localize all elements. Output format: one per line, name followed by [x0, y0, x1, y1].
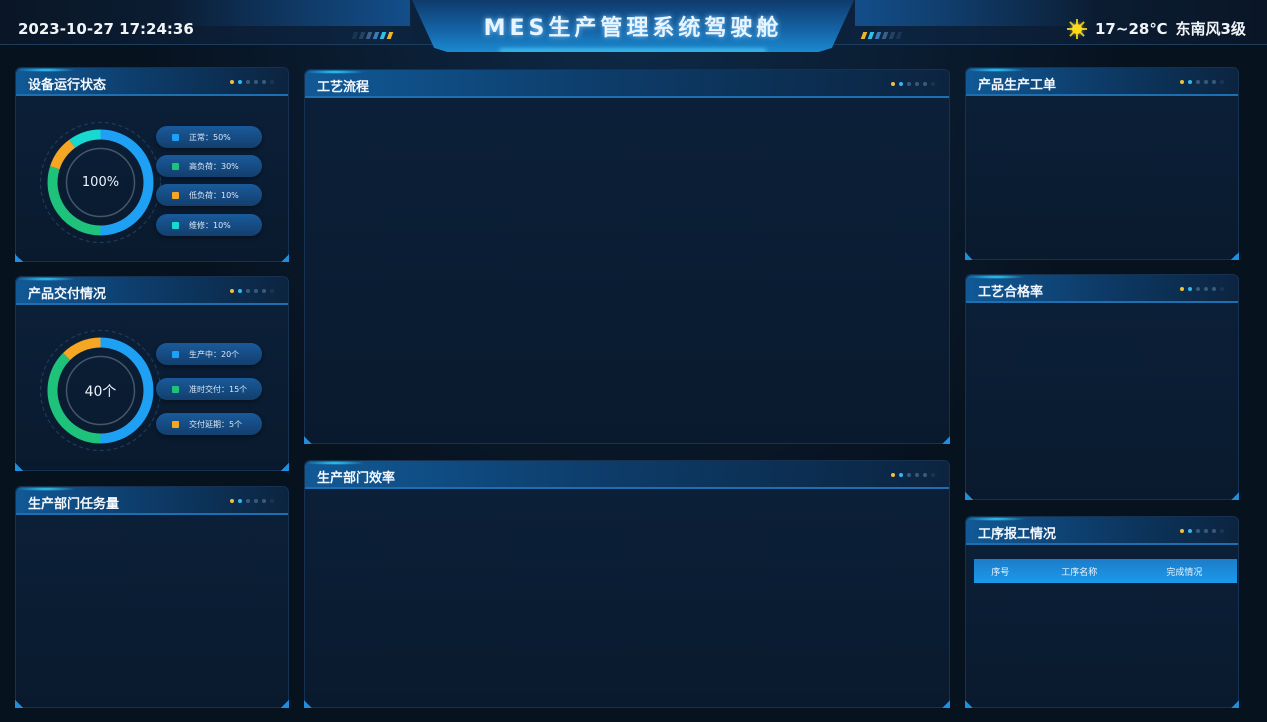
panel-title: 产品生产工单: [978, 78, 1057, 93]
work-report-panel: 工序报工情况 序号 工序名称 完成情况: [965, 516, 1239, 708]
corner-deco: [281, 700, 289, 708]
panel-title: 生产部门任务量: [28, 497, 120, 512]
corner-deco: [1231, 700, 1239, 708]
panel-dots: [1180, 529, 1224, 533]
dept-efficiency-chart: [305, 491, 951, 709]
pass-rate-panel: 工艺合格率: [965, 274, 1239, 500]
corner-deco: [942, 700, 950, 708]
corner-deco: [281, 463, 289, 471]
page-title: MES生产管理系统驾驶舱: [483, 16, 783, 41]
corner-deco: [1231, 252, 1239, 260]
swatch: [172, 191, 179, 199]
corner-deco: [304, 700, 312, 708]
corner-deco: [15, 254, 23, 262]
corner-deco: [281, 254, 289, 262]
header-deco-right: [860, 32, 903, 39]
delivery-status-panel: 产品交付情况 40个 生产中：20个 准时交付：15个 交付延期：5个: [15, 276, 289, 471]
panel-header: 设备运行状态: [16, 68, 288, 96]
panel-dots: [891, 473, 935, 477]
corner-deco: [1231, 492, 1239, 500]
legend-label: 维修：10%: [189, 220, 231, 230]
dept-tasks-chart: [16, 517, 290, 707]
panel-title: 产品交付情况: [28, 287, 107, 302]
dept-tasks-panel: 生产部门任务量: [15, 486, 289, 708]
legend-pill[interactable]: 正常：50%: [156, 126, 262, 148]
corner-deco: [965, 492, 973, 500]
panel-dots: [1180, 287, 1224, 291]
corner-deco: [304, 436, 312, 444]
dept-efficiency-panel: 生产部门效率: [304, 460, 950, 708]
work-orders-panel: 产品生产工单: [965, 67, 1239, 260]
legend-label: 准时交付：15个: [189, 384, 248, 394]
panel-title: 工艺流程: [317, 80, 370, 95]
panel-header: 生产部门效率: [305, 461, 949, 489]
corner-deco: [965, 252, 973, 260]
panel-title: 设备运行状态: [28, 78, 107, 93]
work-report-table: 序号 工序名称 完成情况: [974, 559, 1237, 583]
donut-center-label: 40个: [84, 383, 117, 400]
panel-dots: [230, 80, 274, 84]
sun-icon: [1067, 18, 1087, 39]
column-header[interactable]: 工序名称: [1026, 559, 1132, 583]
corner-deco: [15, 463, 23, 471]
header-glow-right: [855, 0, 1095, 26]
panel-dots: [1180, 80, 1224, 84]
legend-label: 交付延期：5个: [189, 419, 243, 429]
table-header-row: 序号 工序名称 完成情况: [974, 559, 1237, 583]
panel-dots: [230, 289, 274, 293]
legend-pill[interactable]: 交付延期：5个: [156, 413, 262, 435]
swatch: [172, 385, 179, 393]
legend-pill[interactable]: 高负荷：30%: [156, 155, 262, 177]
panel-title: 工序报工情况: [978, 527, 1057, 542]
legend-pill[interactable]: 维修：10%: [156, 214, 262, 236]
panel-header: 工艺流程: [305, 70, 949, 98]
legend-pill[interactable]: 准时交付：15个: [156, 378, 262, 400]
column-header[interactable]: 序号: [974, 559, 1027, 583]
panel-header: 生产部门任务量: [16, 487, 288, 515]
corner-deco: [965, 700, 973, 708]
panel-title: 工艺合格率: [978, 285, 1044, 300]
legend-label: 生产中：20个: [189, 349, 240, 359]
swatch: [172, 420, 179, 428]
header-deco-left: [351, 32, 394, 39]
panel-header: 产品生产工单: [966, 68, 1238, 96]
delivery-donut: 40个: [38, 328, 163, 453]
swatch: [172, 162, 179, 170]
legend-label: 低负荷：10%: [189, 190, 239, 200]
process-flow-diagram: [305, 98, 951, 443]
panel-header: 工艺合格率: [966, 275, 1238, 303]
panel-header: 工序报工情况: [966, 517, 1238, 545]
donut-center-label: 100%: [81, 175, 120, 190]
legend-label: 正常：50%: [189, 132, 231, 142]
wind: 东南风3级: [1175, 20, 1246, 38]
legend-pill[interactable]: 生产中：20个: [156, 343, 262, 365]
equipment-donut: 100%: [38, 120, 163, 245]
equipment-status-panel: 设备运行状态 100% 正常：50% 高负荷：30% 低负荷：10% 维修：10…: [15, 67, 289, 262]
panel-dots: [891, 82, 935, 86]
process-flow-panel: 工艺流程: [304, 69, 950, 444]
pass-rate-chart: [966, 305, 1240, 500]
corner-deco: [15, 700, 23, 708]
panel-title: 生产部门效率: [317, 471, 396, 486]
swatch: [172, 221, 179, 229]
dashboard: MES生产管理系统驾驶舱 2023-10-27 17:24:36 17~28℃ …: [0, 0, 1267, 722]
legend-label: 高负荷：30%: [189, 161, 239, 171]
weather: 17~28℃ 东南风3级: [1067, 18, 1246, 39]
swatch: [172, 133, 179, 141]
datetime: 2023-10-27 17:24:36: [18, 20, 194, 38]
panel-header: 产品交付情况: [16, 277, 288, 305]
corner-deco: [942, 436, 950, 444]
legend-pill[interactable]: 低负荷：10%: [156, 184, 262, 206]
temperature: 17~28℃: [1095, 19, 1168, 38]
header: MES生产管理系统驾驶舱 2023-10-27 17:24:36 17~28℃ …: [0, 0, 1267, 60]
column-header[interactable]: 完成情况: [1131, 559, 1237, 583]
swatch: [172, 350, 179, 358]
header-glow-left: [170, 0, 410, 26]
panel-dots: [230, 499, 274, 503]
